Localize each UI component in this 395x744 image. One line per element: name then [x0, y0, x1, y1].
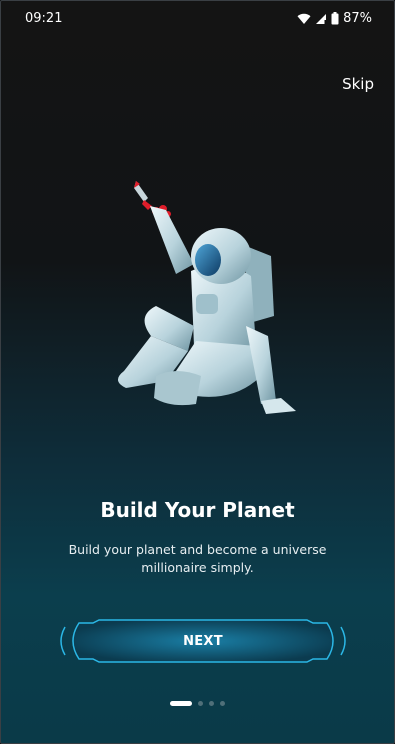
- page-dot-active: [170, 701, 192, 706]
- page-dot: [198, 701, 203, 706]
- cell-signal-icon: [315, 13, 327, 25]
- page-dot: [220, 701, 225, 706]
- next-button-label: NEXT: [183, 633, 223, 649]
- page-indicator: [1, 701, 394, 706]
- onboarding-subtitle: Build your planet and become a universe …: [68, 542, 327, 575]
- battery-percent: 87%: [343, 11, 372, 26]
- astronaut-illustration: [96, 176, 301, 421]
- page-dot: [209, 701, 214, 706]
- status-bar: 09:21 87%: [25, 11, 372, 29]
- app-screen: 09:21 87% Skip Build Your Planet Build y…: [0, 0, 395, 744]
- skip-button[interactable]: Skip: [342, 75, 374, 93]
- wifi-icon: [297, 13, 311, 25]
- battery-icon: [331, 12, 339, 25]
- status-icons: 87%: [297, 11, 372, 26]
- next-button[interactable]: NEXT: [57, 617, 349, 665]
- status-time: 09:21: [25, 11, 63, 26]
- onboarding-title: Build Your Planet: [100, 498, 295, 522]
